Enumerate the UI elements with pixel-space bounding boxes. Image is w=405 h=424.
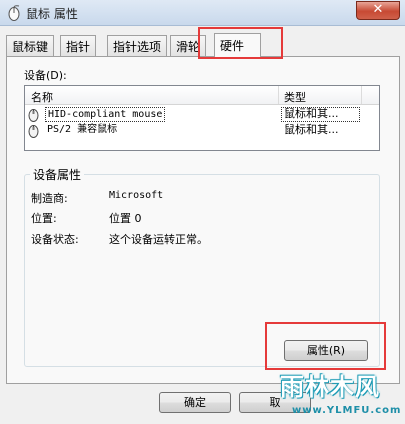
properties-button[interactable]: 属性(R)	[284, 340, 368, 361]
tab-wheel[interactable]: 滑轮	[170, 35, 207, 56]
window-title: 鼠标 属性	[26, 7, 78, 21]
device-status-value: 这个设备运转正常。	[109, 233, 208, 246]
device-status-label: 设备状态:	[31, 233, 79, 246]
column-divider[interactable]	[278, 86, 279, 104]
manufacturer-label: 制造商:	[31, 192, 68, 205]
mouse-properties-window: 鼠标 属性 ✕ 鼠标键 指针 指针选项 滑轮 硬件 设备(D): 名称 类型 H…	[0, 0, 405, 424]
device-type: 鼠标和其...	[284, 107, 339, 120]
watermark-text: 雨林木风	[280, 373, 380, 401]
device-name: PS/2 兼容鼠标	[47, 124, 118, 135]
column-divider[interactable]	[361, 86, 362, 104]
mouse-icon	[28, 125, 39, 138]
device-type: 鼠标和其...	[284, 123, 339, 136]
ok-button[interactable]: 确定	[159, 392, 231, 413]
tab-pointer-options[interactable]: 指针选项	[107, 35, 168, 56]
devices-label: 设备(D):	[24, 69, 67, 82]
tab-buttons[interactable]: 鼠标键	[6, 35, 55, 56]
device-list[interactable]: 名称 类型 HID-compliant mouse 鼠标和其... PS/2 兼…	[24, 85, 380, 151]
watermark-logo: 雨林木风 www.YLMFU.com	[266, 363, 405, 424]
tab-strip: 鼠标键 指针 指针选项 滑轮 硬件	[6, 33, 400, 58]
close-button[interactable]: ✕	[356, 1, 400, 20]
column-header-name[interactable]: 名称	[31, 89, 53, 105]
close-icon: ✕	[372, 2, 384, 17]
mouse-icon	[8, 5, 20, 21]
location-value: 位置 0	[109, 212, 142, 225]
watermark-url: www.YLMFU.com	[292, 405, 402, 416]
column-header-type[interactable]: 类型	[284, 89, 306, 105]
device-name: HID-compliant mouse	[45, 107, 166, 122]
list-header: 名称 类型	[25, 86, 379, 105]
list-item[interactable]: HID-compliant mouse 鼠标和其...	[25, 107, 379, 122]
tab-pointers[interactable]: 指针	[60, 35, 97, 56]
device-properties-group	[24, 174, 380, 367]
manufacturer-value: Microsoft	[109, 190, 164, 201]
list-item[interactable]: PS/2 兼容鼠标 鼠标和其...	[25, 123, 379, 138]
title-bar[interactable]: 鼠标 属性 ✕	[0, 0, 405, 26]
tab-hardware[interactable]: 硬件	[214, 33, 261, 58]
location-label: 位置:	[31, 212, 57, 225]
device-properties-title: 设备属性	[30, 166, 85, 183]
mouse-icon	[28, 109, 39, 122]
